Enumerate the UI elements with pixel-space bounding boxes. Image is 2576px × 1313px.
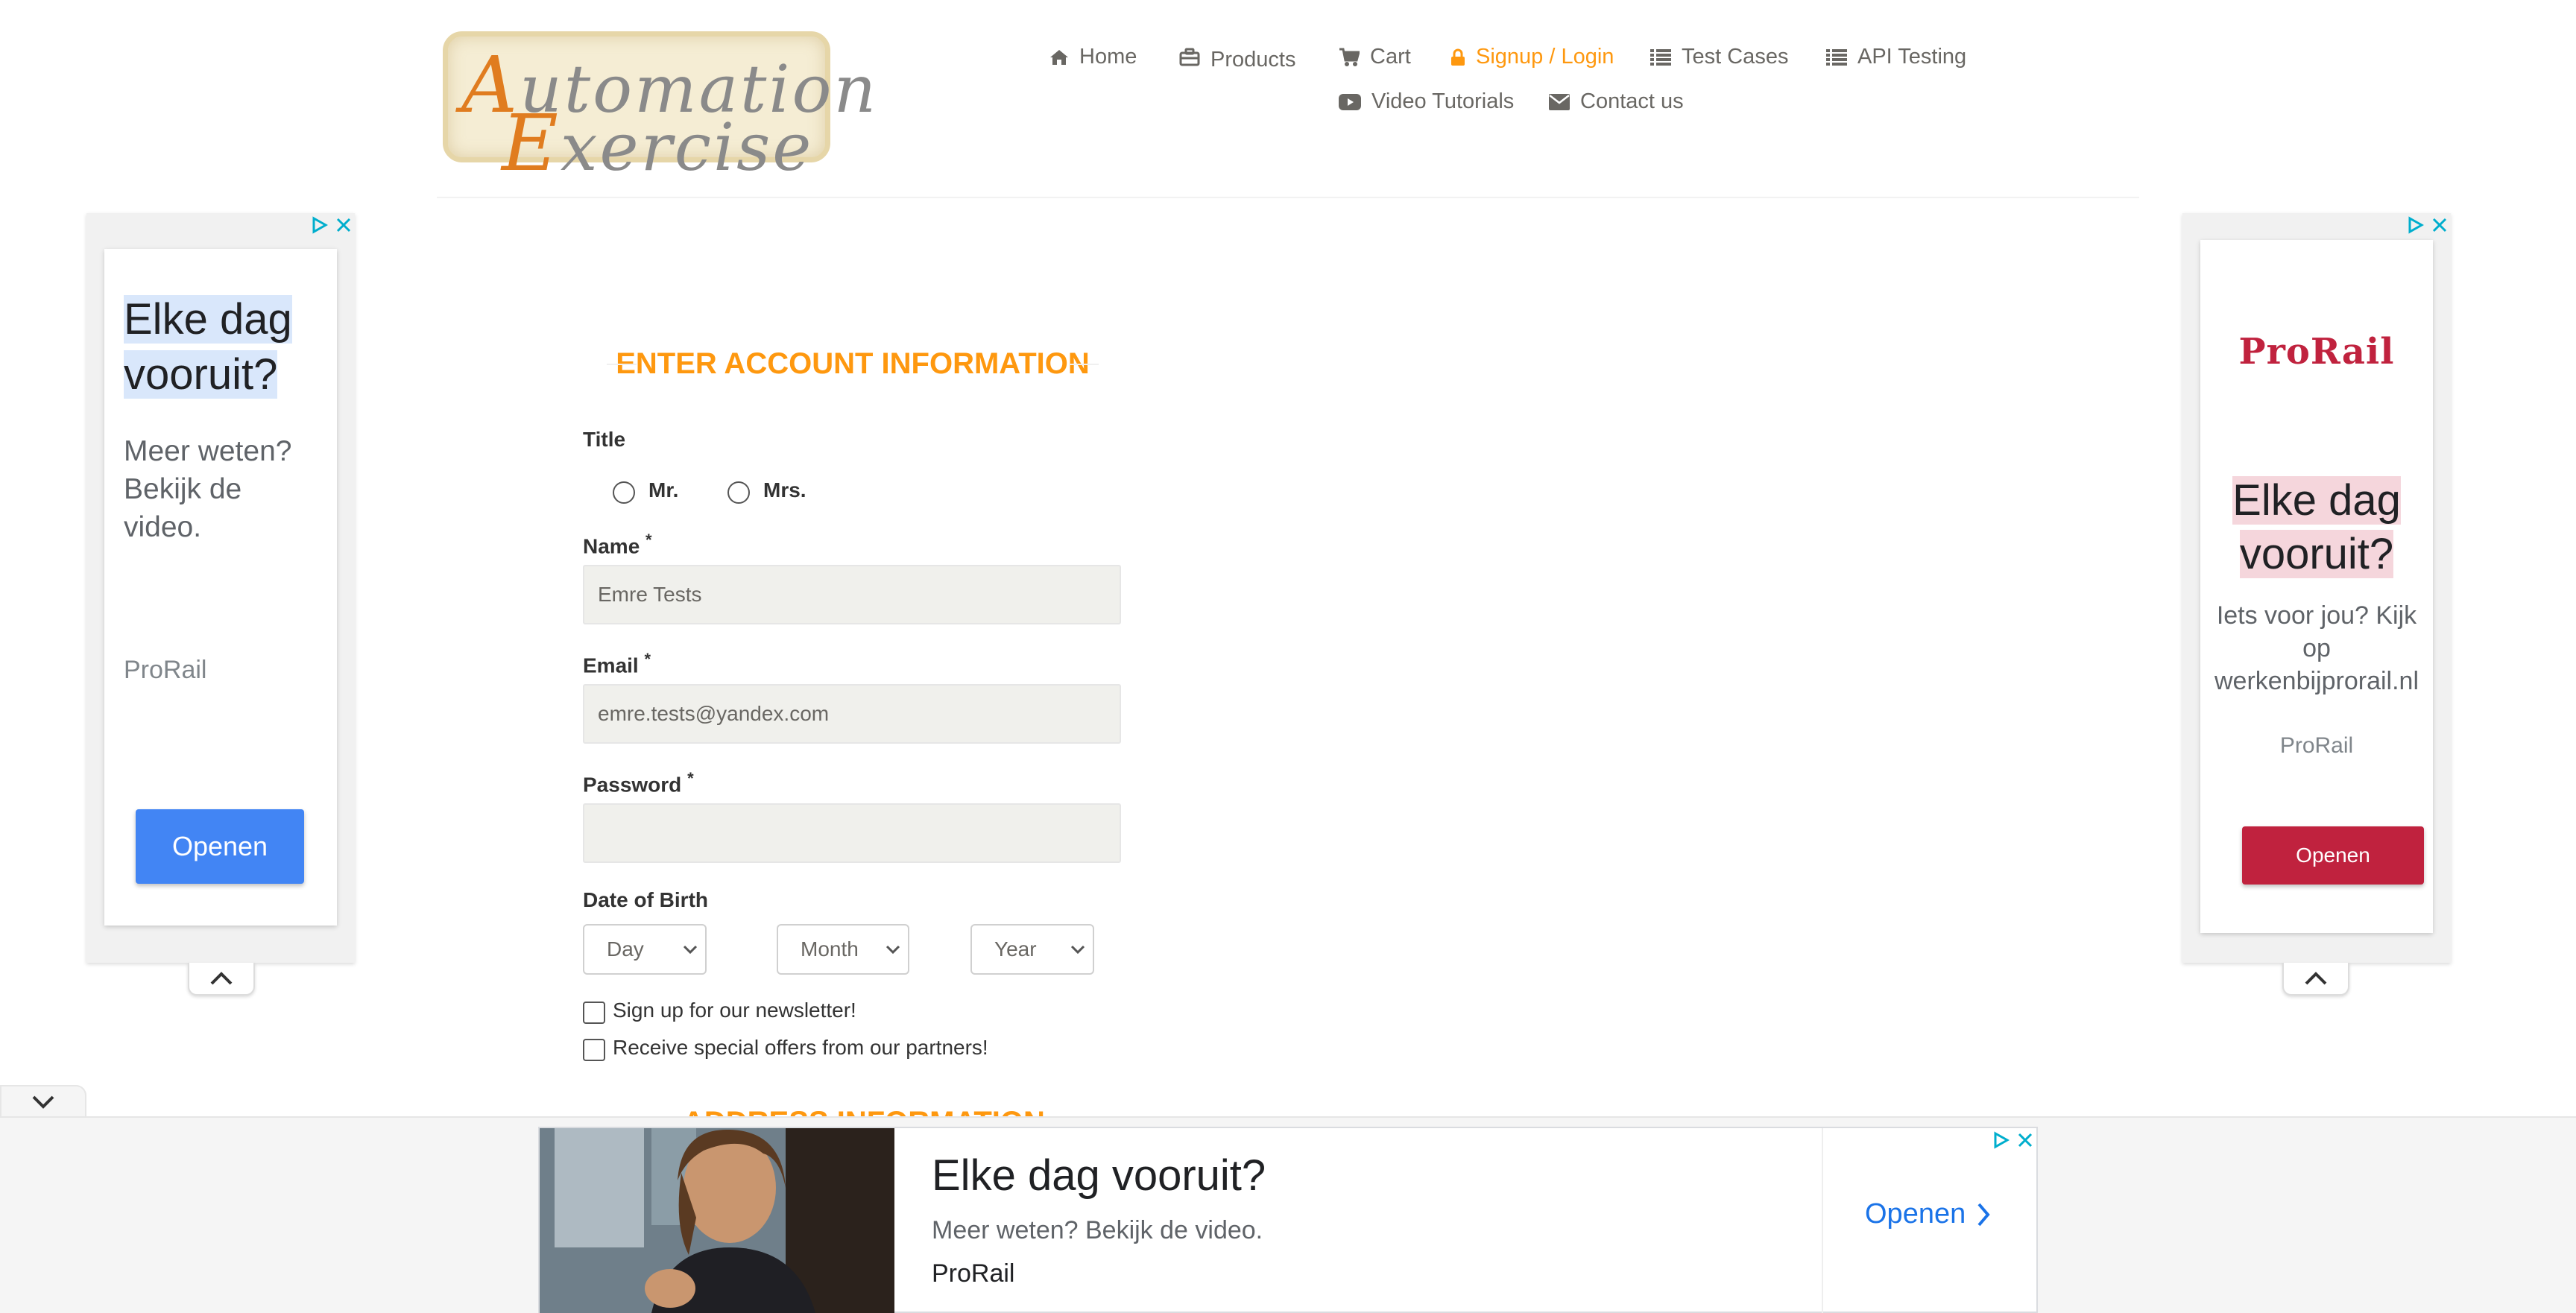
- header-divider: [437, 197, 2139, 198]
- adchoices-icon[interactable]: [1993, 1131, 2010, 1149]
- left-ad-open-button[interactable]: Openen: [136, 809, 304, 884]
- lock-icon: [1451, 48, 1465, 66]
- bottom-ad-collapse-button[interactable]: [0, 1085, 86, 1118]
- left-ad[interactable]: Elke dag vooruit? Meer weten? Bekijk de …: [86, 213, 355, 963]
- nav-products-label: Products: [1210, 48, 1296, 72]
- chevron-down-icon: [1070, 945, 1085, 955]
- left-ad-headline: Elke dag vooruit?: [124, 295, 292, 399]
- dob-day-select[interactable]: Day: [583, 924, 707, 975]
- left-ad-collapse-button[interactable]: [188, 963, 255, 996]
- list-icon: [1826, 48, 1847, 66]
- required-asterisk: *: [645, 531, 652, 549]
- nav-test-cases[interactable]: Test Cases: [1650, 45, 1788, 69]
- chevron-down-icon: [683, 945, 698, 955]
- newsletter-label[interactable]: Sign up for our newsletter!: [613, 999, 856, 1022]
- title-mrs-label[interactable]: Mrs.: [763, 478, 806, 502]
- nav-home[interactable]: Home: [1049, 45, 1137, 69]
- dob-year-select[interactable]: Year: [970, 924, 1094, 975]
- name-input[interactable]: Emre Tests: [583, 565, 1121, 624]
- newsletter-checkbox[interactable]: [583, 1002, 605, 1024]
- required-asterisk: *: [687, 769, 694, 788]
- bottom-ad-open-button[interactable]: Openen: [1865, 1198, 1991, 1230]
- close-icon[interactable]: [335, 217, 352, 233]
- right-ad-card[interactable]: ProRail Elke dag vooruit? Iets voor jou?…: [2200, 240, 2433, 933]
- nav-api-testing-label: API Testing: [1857, 45, 1967, 69]
- home-icon: [1050, 49, 1068, 65]
- nav-contact-us-label: Contact us: [1580, 89, 1684, 113]
- ad-choices[interactable]: [1993, 1131, 2033, 1149]
- right-ad[interactable]: ProRail Elke dag vooruit? Iets voor jou?…: [2182, 213, 2451, 963]
- envelope-icon: [1549, 93, 1570, 110]
- chevron-up-icon: [2305, 972, 2327, 985]
- nav-signup-login[interactable]: Signup / Login: [1450, 45, 1614, 69]
- dob-month-select[interactable]: Month: [777, 924, 909, 975]
- offers-label[interactable]: Receive special offers from our partners…: [613, 1036, 988, 1060]
- title-mrs-radio[interactable]: [727, 481, 750, 504]
- nav-api-testing[interactable]: API Testing: [1826, 45, 1966, 69]
- list-icon: [1650, 48, 1671, 66]
- title-mr-label[interactable]: Mr.: [648, 478, 678, 502]
- left-ad-subtext: Meer weten? Bekijk de video.: [124, 435, 292, 543]
- nav-contact-us[interactable]: Contact us: [1549, 89, 1684, 114]
- title-label: Title: [583, 428, 626, 451]
- nav-home-label: Home: [1079, 45, 1137, 69]
- email-input[interactable]: emre.tests@yandex.com: [583, 684, 1121, 744]
- nav-cart-label: Cart: [1370, 45, 1411, 69]
- close-icon[interactable]: [2431, 217, 2448, 233]
- nav-products[interactable]: Products: [1179, 45, 1296, 72]
- logo-text-exercise: xercise: [560, 109, 814, 186]
- title-mr-radio[interactable]: [613, 481, 635, 504]
- site-logo[interactable]: Automation Exercise: [443, 31, 876, 189]
- close-icon[interactable]: [2017, 1132, 2033, 1148]
- nav-video-tutorials[interactable]: Video Tutorials: [1339, 89, 1514, 114]
- chevron-right-icon: [1977, 1203, 1990, 1226]
- nav-video-tutorials-label: Video Tutorials: [1371, 89, 1515, 113]
- adchoices-icon[interactable]: [2408, 216, 2424, 234]
- nav-signup-login-label: Signup / Login: [1476, 45, 1614, 69]
- ad-photo: [540, 1128, 894, 1313]
- right-ad-brand: ProRail: [2279, 733, 2354, 758]
- chevron-up-icon: [210, 972, 233, 985]
- chevron-down-icon: [32, 1095, 54, 1109]
- adchoices-icon[interactable]: [312, 216, 328, 234]
- right-ad-open-button[interactable]: Openen: [2242, 826, 2424, 885]
- bottom-ad-subtext: Meer weten? Bekijk de video.: [932, 1216, 1263, 1244]
- bottom-ad-brand: ProRail: [932, 1259, 1015, 1288]
- chevron-down-icon: [886, 945, 900, 955]
- left-ad-card[interactable]: Elke dag vooruit? Meer weten? Bekijk de …: [104, 249, 337, 926]
- nav-cart[interactable]: Cart: [1339, 45, 1411, 69]
- account-info-heading: ENTER ACCOUNT INFORMATION: [607, 347, 1099, 380]
- youtube-icon: [1339, 93, 1361, 110]
- logo-cap-e: E: [502, 98, 561, 189]
- left-ad-brand: ProRail: [124, 656, 207, 684]
- password-input[interactable]: [583, 803, 1121, 863]
- briefcase-icon: [1179, 48, 1200, 66]
- prorail-logo: ProRail: [2238, 331, 2395, 373]
- cart-icon: [1339, 48, 1360, 66]
- dob-label: Date of Birth: [583, 888, 708, 911]
- bottom-ad-headline: Elke dag vooruit?: [932, 1151, 1266, 1200]
- ad-choices[interactable]: [2408, 216, 2448, 234]
- password-label: Password *: [583, 769, 694, 797]
- required-asterisk: *: [644, 650, 651, 668]
- offers-checkbox[interactable]: [583, 1039, 605, 1061]
- bottom-ad-divider: [1822, 1128, 1823, 1313]
- right-ad-headline: Elke dag vooruit?: [2232, 476, 2401, 578]
- bottom-ad[interactable]: Elke dag vooruit? Meer weten? Bekijk de …: [538, 1127, 2038, 1313]
- nav-test-cases-label: Test Cases: [1682, 45, 1789, 69]
- email-label: Email *: [583, 650, 651, 677]
- right-ad-subtext: Iets voor jou? Kijk op werkenbijprorail.…: [2214, 601, 2419, 695]
- right-ad-collapse-button[interactable]: [2282, 963, 2349, 996]
- name-label: Name *: [583, 531, 652, 558]
- ad-choices[interactable]: [312, 216, 352, 234]
